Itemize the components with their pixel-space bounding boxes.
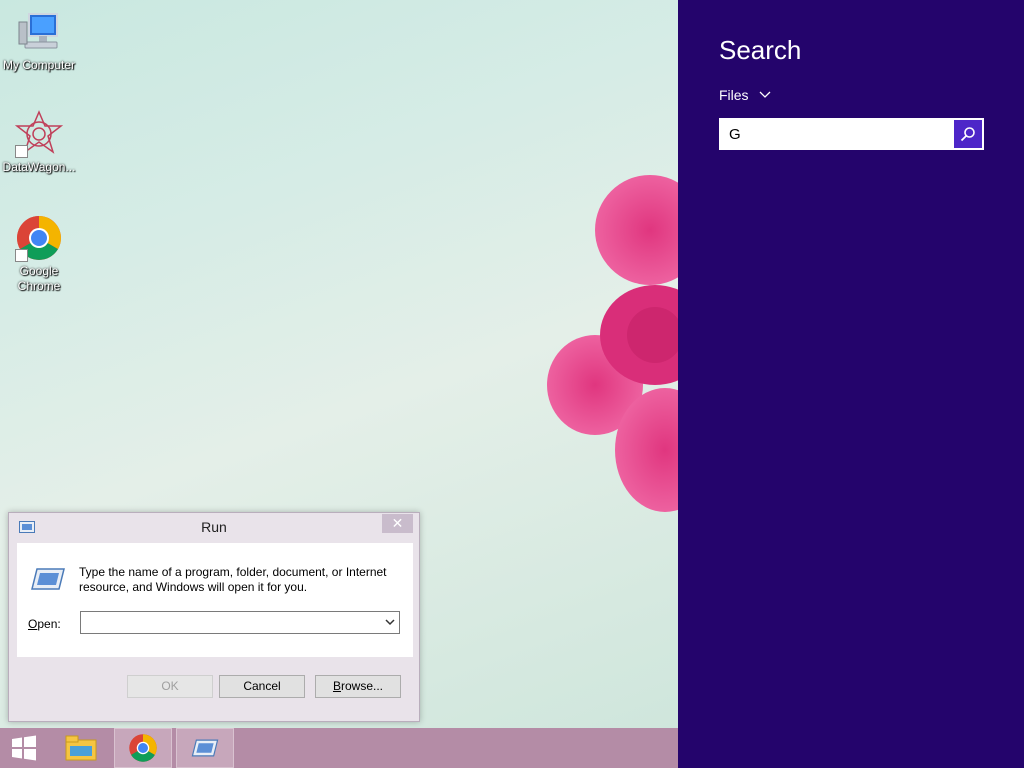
taskbar-file-explorer[interactable] xyxy=(52,728,110,768)
run-dialog: Run ✕ Type the name of a program, folder… xyxy=(8,512,420,722)
shortcut-arrow-icon xyxy=(15,145,28,158)
search-box xyxy=(719,118,984,150)
search-input[interactable] xyxy=(721,120,954,148)
desktop-icon-label: DataWagon... xyxy=(2,160,76,174)
run-program-icon xyxy=(31,568,65,590)
chevron-down-icon[interactable] xyxy=(385,617,395,627)
close-button[interactable]: ✕ xyxy=(382,514,413,533)
taskbar-chrome[interactable] xyxy=(114,728,172,768)
open-combobox[interactable] xyxy=(80,611,400,634)
desktop-icon-label: Google Chrome xyxy=(17,264,61,293)
run-title: Run xyxy=(201,519,227,535)
open-label: Open: xyxy=(28,617,61,631)
shortcut-arrow-icon xyxy=(15,249,28,262)
run-titlebar[interactable]: Run ✕ xyxy=(9,513,419,541)
desktop-icon-my-computer[interactable]: My Computer xyxy=(0,8,78,73)
run-body: Type the name of a program, folder, docu… xyxy=(17,543,413,657)
search-icon xyxy=(960,127,975,142)
wallpaper-flower xyxy=(547,175,678,512)
taskbar xyxy=(0,728,678,768)
cancel-button[interactable]: Cancel xyxy=(219,675,305,698)
desktop-icon-google-chrome[interactable]: Google Chrome xyxy=(0,214,78,294)
datawagon-icon xyxy=(14,110,64,158)
file-explorer-icon xyxy=(65,735,97,761)
desktop-icon-label: My Computer xyxy=(2,58,76,72)
ok-button[interactable]: OK xyxy=(127,675,213,698)
browse-button[interactable]: Browse... xyxy=(315,675,401,698)
windows-start-icon xyxy=(12,735,36,761)
run-description: Type the name of a program, folder, docu… xyxy=(79,565,387,594)
desktop: My Computer DataWagon... Google Chrome R… xyxy=(0,0,678,728)
chevron-down-icon xyxy=(759,91,771,98)
charm-title: Search xyxy=(719,35,802,65)
search-charm: Search Files xyxy=(678,0,1024,768)
chrome-icon xyxy=(15,214,63,262)
computer-icon xyxy=(15,8,63,56)
search-scope-label: Files xyxy=(719,87,749,103)
desktop-icon-datawagon[interactable]: DataWagon... xyxy=(0,110,78,175)
run-icon xyxy=(191,739,219,757)
start-button[interactable] xyxy=(0,728,48,768)
chrome-icon xyxy=(129,734,157,762)
taskbar-run[interactable] xyxy=(176,728,234,768)
search-button[interactable] xyxy=(954,120,982,148)
search-scope-dropdown[interactable]: Files xyxy=(719,87,771,103)
